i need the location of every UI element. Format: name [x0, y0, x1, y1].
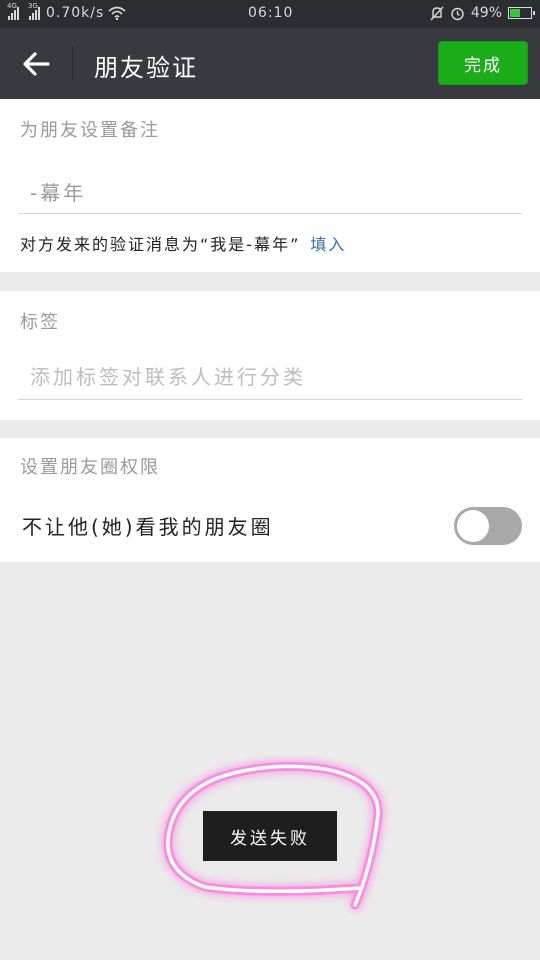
verification-message: 对方发来的验证消息为“我是-幕年”	[20, 235, 301, 254]
battery-percent: 49%	[470, 5, 502, 21]
hide-moments-toggle[interactable]	[454, 507, 522, 545]
network-speed: 0.70k/s	[46, 5, 105, 21]
status-bar: 4G 3G 0.70k/s 06:10 49%	[0, 0, 540, 28]
signal-icon: 4G	[7, 2, 19, 20]
remark-section: 为朋友设置备注 对方发来的验证消息为“我是-幕年” 填入	[0, 99, 540, 272]
wifi-icon	[108, 6, 126, 20]
moments-label: 设置朋友圈权限	[20, 457, 160, 478]
tag-section: 标签	[0, 291, 540, 420]
remark-label: 为朋友设置备注	[20, 120, 160, 141]
fill-in-link[interactable]: 填入	[310, 235, 346, 254]
mute-bell-icon	[430, 6, 444, 20]
hide-moments-label: 不让他(她)看我的朋友圈	[22, 515, 274, 539]
tag-field	[18, 355, 522, 400]
title-bar: 朋友验证 完成	[0, 28, 540, 99]
remark-field	[18, 169, 522, 214]
verification-note: 对方发来的验证消息为“我是-幕年” 填入	[20, 231, 346, 255]
done-button[interactable]: 完成	[438, 41, 528, 85]
page-title: 朋友验证	[94, 54, 198, 82]
battery-icon	[508, 7, 535, 19]
status-right: 49%	[430, 5, 535, 21]
moments-section: 设置朋友圈权限	[0, 438, 540, 562]
tag-label: 标签	[20, 312, 60, 333]
remark-input[interactable]	[18, 169, 522, 213]
tag-input[interactable]	[18, 355, 522, 399]
alarm-icon	[451, 7, 464, 20]
status-left: 4G 3G 0.70k/s	[7, 2, 126, 21]
clock: 06:10	[248, 5, 294, 21]
toggle-knob	[457, 510, 489, 542]
back-button[interactable]	[18, 46, 54, 82]
network-type-label: 4G	[7, 2, 17, 10]
send-failed-toast: 发送失败	[203, 811, 337, 861]
title-divider	[72, 46, 73, 80]
network-type-label-2: 3G	[28, 2, 38, 10]
arrow-left-icon	[23, 52, 50, 76]
signal-icon-2: 3G	[28, 2, 40, 20]
